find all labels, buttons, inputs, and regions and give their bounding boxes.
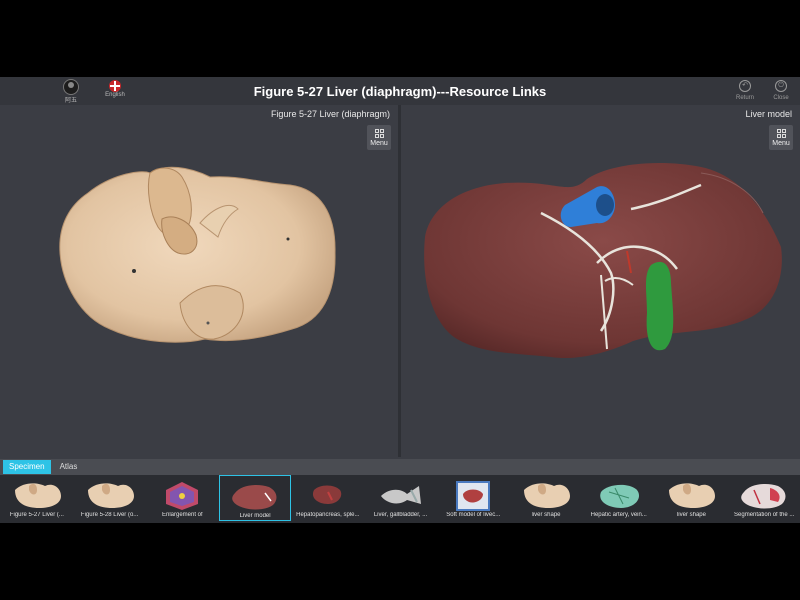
thumbnail-item[interactable]: liver shape: [510, 475, 582, 521]
thumbnail-label: Hepatopancreas, sple...: [296, 512, 360, 518]
liver-specimen-image: [59, 166, 336, 343]
resource-tabs: Specimen Atlas: [0, 459, 800, 475]
model-panel: Liver model Menu: [401, 105, 800, 457]
specimen-panel: Figure 5-27 Liver (diaphragm) Menu: [0, 105, 398, 457]
hepatic-lobule-icon: [166, 482, 199, 510]
thumbnail-label: Figure 5-27 Liver (...: [9, 512, 64, 518]
thumbnail-label: Enlargement of: [161, 512, 203, 518]
model-panel-label: Liver model: [745, 109, 792, 119]
thumbnail-item[interactable]: Figure 5-27 Liver (...: [1, 475, 73, 521]
menu-icon: [776, 128, 786, 138]
right-menu-label: Menu: [772, 139, 790, 147]
thumbnail-label: Liver, gallbladder, ...: [373, 512, 428, 518]
thumbnail-label: Liver model: [239, 513, 271, 519]
thumbnail-item[interactable]: Liver, gallbladder, ...: [365, 475, 437, 521]
thumbnail-label: liver shape: [676, 512, 706, 518]
close-button[interactable]: ⏻ Close: [768, 80, 794, 101]
top-bar: 阿五 English Figure 5-27 Liver (diaphragm)…: [0, 77, 800, 105]
tab-atlas[interactable]: Atlas: [54, 460, 84, 474]
page-title: Figure 5-27 Liver (diaphragm)---Resource…: [253, 84, 547, 99]
thumbnail-item[interactable]: liver shape: [656, 475, 728, 521]
app-window: 阿五 English Figure 5-27 Liver (diaphragm)…: [0, 77, 800, 523]
close-label: Close: [773, 95, 789, 101]
thumbnail-item[interactable]: Hepatopancreas, sple...: [292, 475, 364, 521]
menu-icon: [374, 128, 384, 138]
specimen-viewport[interactable]: [0, 153, 398, 453]
left-menu-button[interactable]: Menu: [367, 125, 391, 150]
return-button[interactable]: ↶ Return: [732, 80, 758, 101]
power-icon: ⏻: [775, 80, 787, 92]
vessel-cast-icon: [599, 484, 639, 508]
thumbnail-item[interactable]: Soft model of livec...: [437, 475, 509, 521]
liver-specimen-icon: [669, 483, 716, 508]
segmentation-icon: [741, 484, 786, 509]
thumbnail-label: liver shape: [531, 512, 561, 518]
thumbnail-item[interactable]: Enlargement of: [146, 475, 218, 521]
liver-specimen-icon: [524, 483, 570, 508]
top-right-controls: ↶ Return ⏻ Close: [732, 80, 794, 101]
thumbnail-item[interactable]: Figure 5-28 Liver (o...: [74, 475, 146, 521]
thumbnail-label: Hepatic artery, vein...: [590, 512, 647, 518]
organ-model-icon: [312, 485, 342, 504]
liver-model-icon: [232, 485, 277, 510]
return-label: Return: [735, 95, 754, 101]
tab-specimen[interactable]: Specimen: [3, 460, 51, 474]
liver-specimen-icon: [14, 483, 61, 508]
soft-model-icon: [456, 481, 491, 511]
thumbnail-selected[interactable]: Liver model: [219, 475, 291, 521]
thumbnail-item[interactable]: Hepatic artery, vein...: [583, 475, 655, 521]
thumbnail-label: Soft model of livec...: [446, 512, 501, 518]
left-menu-label: Menu: [370, 139, 388, 147]
liver-specimen-icon: [87, 483, 134, 508]
liver-3d-model: [424, 163, 782, 359]
return-icon: ↶: [739, 80, 751, 92]
thumbnail-item[interactable]: Segmentation of the ...: [728, 475, 800, 521]
thumbnail-label: Segmentation of the ...: [734, 512, 795, 518]
specimen-panel-label: Figure 5-27 Liver (diaphragm): [270, 109, 390, 119]
thumbnail-strip: Figure 5-27 Liver (... Figure 5-28 Liver …: [0, 475, 800, 523]
gallbladder-icon: [380, 486, 421, 504]
model-viewport[interactable]: [401, 153, 800, 453]
right-menu-button[interactable]: Menu: [769, 125, 793, 150]
thumbnail-label: Figure 5-28 Liver (o...: [80, 512, 139, 518]
